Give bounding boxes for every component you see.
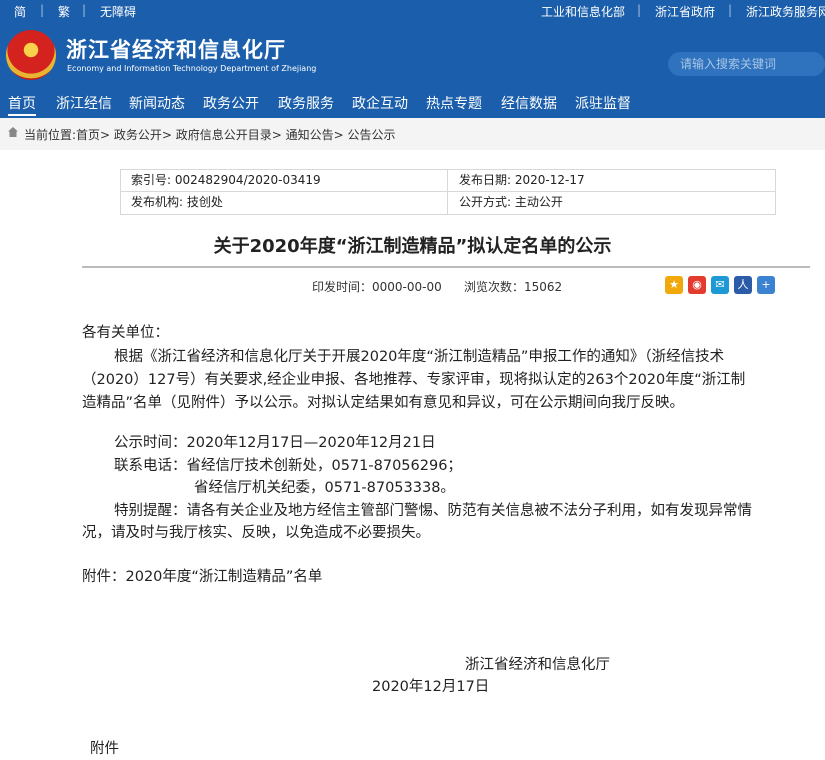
meta-date: 发布日期: 2020-12-17 (459, 173, 585, 187)
signature-org: 浙江省经济和信息化厅 (465, 657, 610, 673)
meta-mode: 公开方式: 主动公开 (459, 195, 563, 209)
renren-share-icon[interactable]: 人 (734, 276, 752, 294)
nav-topics[interactable]: 热点专题 (426, 93, 482, 113)
divider: | (40, 3, 45, 17)
meta-index: 索引号: 002482904/2020-03419 (131, 173, 321, 187)
site-header: 浙江省经济和信息化厅 Economy and Information Techn… (0, 22, 825, 88)
breadcrumb[interactable]: 当前位置:首页> 政务公开> 政府信息公开目录> 通知公告> 公告公示 (24, 126, 396, 143)
attachment-label: 附件 (90, 741, 119, 757)
qzone-share-icon[interactable]: ✉ (711, 276, 729, 294)
signature-date: 2020年12月17日 (372, 679, 490, 695)
nav-interaction[interactable]: 政企互动 (352, 93, 408, 113)
nav-zj-econ[interactable]: 浙江经信 (56, 93, 112, 113)
site-subtitle: Economy and Information Technology Depar… (67, 64, 317, 73)
accessibility-link[interactable]: 无障碍 (100, 3, 136, 20)
meta-org: 发布机构: 技创处 (131, 195, 223, 209)
contact-phone: 联系电话：省经信厅技术创新处，0571-87056296； (114, 458, 462, 474)
article-title: 关于2020年度“浙江制造精品”拟认定名单的公示 (213, 236, 612, 257)
divider: | (637, 3, 642, 17)
national-emblem-icon (6, 30, 56, 80)
contact-phone-2: 省经信厅机关纪委，0571-87053338。 (194, 480, 455, 496)
special-reminder: 特别提醒：请各有关企业及地方经信主管部门警惕、防范有关信息被不法分子利用，如有发… (114, 503, 752, 519)
nav-data[interactable]: 经信数据 (501, 93, 557, 113)
notice-period: 公示时间：2020年12月17日—2020年12月21日 (114, 435, 436, 451)
attachment-note: 附件：2020年度“浙江制造精品”名单 (82, 569, 323, 585)
paragraph-line: （2020）127号）有关要求,经企业申报、各地推荐、专家评审，现将拟认定的26… (82, 372, 746, 388)
print-time: 印发时间：0000-00-00 (312, 280, 442, 294)
miit-link[interactable]: 工业和信息化部 (541, 3, 625, 20)
nav-news[interactable]: 新闻动态 (129, 93, 185, 113)
simplified-chinese-link[interactable]: 简 (14, 3, 26, 20)
more-share-icon[interactable]: + (757, 276, 775, 294)
nav-supervision[interactable]: 派驻监督 (575, 93, 631, 113)
zj-service-link[interactable]: 浙江政务服务网 (746, 3, 825, 20)
main-nav: 首页 浙江经信 新闻动态 政务公开 政务服务 政企互动 热点专题 经信数据 派驻… (0, 88, 825, 118)
nav-home[interactable]: 首页 (8, 93, 36, 116)
top-utility-bar: 简 | 繁 | 无障碍 工业和信息化部 | 浙江省政府 | 浙江政务服务网 (0, 0, 825, 22)
search-input[interactable]: 请输入搜索关键词 (668, 52, 825, 76)
salutation: 各有关单位： (82, 325, 169, 341)
document-meta-table: 索引号: 002482904/2020-03419 发布日期: 2020-12-… (120, 169, 776, 215)
weibo-share-icon[interactable]: ◉ (688, 276, 706, 294)
home-icon (8, 127, 18, 137)
nav-gov-service[interactable]: 政务服务 (278, 93, 334, 113)
favorite-star-icon[interactable]: ★ (665, 276, 683, 294)
site-title[interactable]: 浙江省经济和信息化厅 (66, 34, 286, 64)
view-count: 浏览次数：15062 (464, 280, 563, 294)
divider: | (82, 3, 87, 17)
paragraph-line: 造精品”名单（见附件）予以公示。对拟认定结果如有意见和异议，可在公示期间向我厅反… (82, 395, 685, 411)
nav-gov-open[interactable]: 政务公开 (203, 93, 259, 113)
zj-gov-link[interactable]: 浙江省政府 (655, 3, 715, 20)
title-divider (82, 266, 810, 268)
special-reminder-cont: 况，请及时与我厅核实、反映，以免造成不必要损失。 (82, 525, 430, 541)
paragraph-line: 根据《浙江省经济和信息化厅关于开展2020年度“浙江制造精品”申报工作的通知》（… (114, 349, 725, 365)
traditional-chinese-link[interactable]: 繁 (58, 3, 70, 20)
divider: | (728, 3, 733, 17)
breadcrumb-bar: 当前位置:首页> 政务公开> 政府信息公开目录> 通知公告> 公告公示 (0, 118, 825, 150)
